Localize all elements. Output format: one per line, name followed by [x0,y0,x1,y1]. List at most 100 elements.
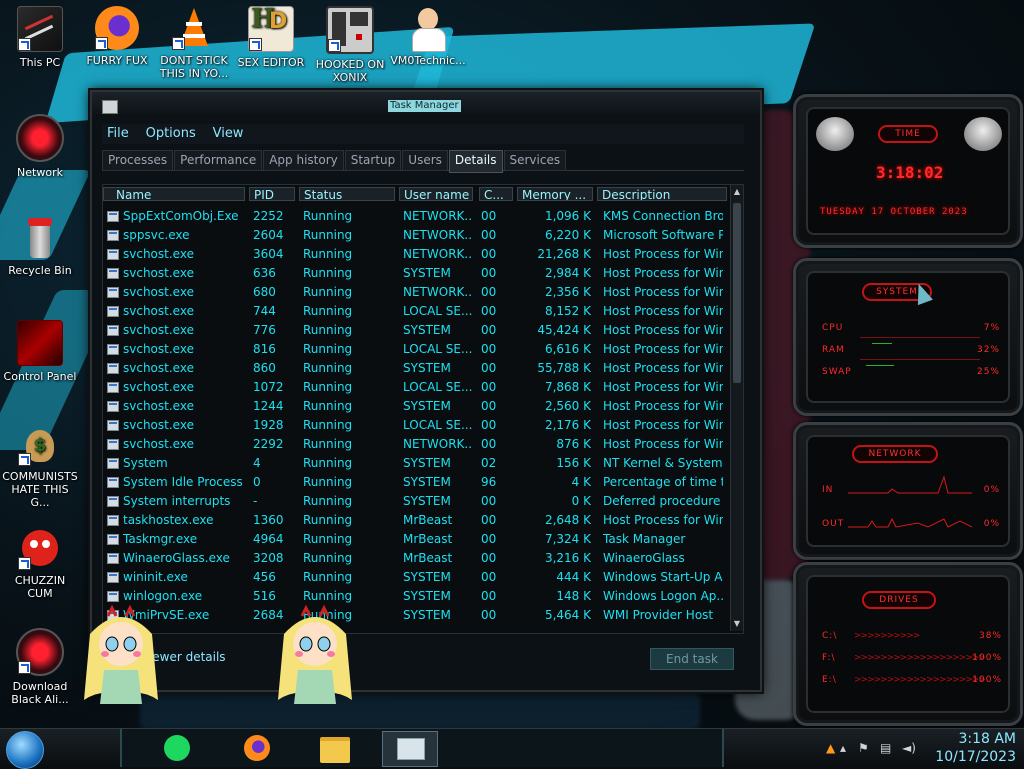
desktop-icon-sex-editor[interactable]: H D SEX EDITOR [233,6,309,69]
process-cpu: 00 [481,399,497,413]
table-header: Name PID Status User name C... Memory ..… [103,185,729,203]
action-center-flag-icon[interactable]: ⚑ [858,741,869,755]
network-gadget[interactable]: NETWORK IN 0% OUT 0% [793,422,1023,560]
desktop-icon-vm0[interactable]: VM0Technic... [390,6,466,67]
table-row[interactable]: WinaeroGlass.exe 3208 Running MrBeast 00 3,21… [103,549,729,568]
table-row[interactable]: WmiPrvSE.exe 2684 Running SYSTEM 00 5,464 K WM… [103,606,729,625]
column-header-memory[interactable]: Memory ... [517,187,593,201]
table-row[interactable]: svchost.exe 860 Running SYSTEM 00 55,788 K Hos… [103,359,729,378]
taskbar-file-explorer[interactable] [308,731,362,765]
process-status: Running [303,209,353,223]
table-row[interactable]: wininit.exe 456 Running SYSTEM 00 444 K Window… [103,568,729,587]
tab-app-history[interactable]: App history [263,150,344,171]
desktop-icon-this-pc[interactable]: This PC [2,6,78,69]
table-row[interactable]: sppsvc.exe 2604 Running NETWORK... 00 6,220 K… [103,226,729,245]
process-icon [107,534,119,545]
network-tray-icon[interactable]: ▤ [880,741,891,755]
end-task-button[interactable]: End task [650,648,734,670]
table-row[interactable]: svchost.exe 1244 Running SYSTEM 00 2,560 K Hos… [103,397,729,416]
process-user: SYSTEM [403,589,451,603]
desktop-icon-xonix[interactable]: HOOKED ON XONIX [312,6,388,84]
vertical-scrollbar[interactable]: ▲ ▼ [730,185,743,631]
column-header-description[interactable]: Description [597,187,727,201]
desktop-icon-network[interactable]: Network [2,114,78,179]
process-user: MrBeast [403,551,453,565]
scrollbar-thumb[interactable] [733,203,741,383]
table-row[interactable]: System 4 Running SYSTEM 02 156 K NT Kernel & S… [103,454,729,473]
tab-processes[interactable]: Processes [102,150,174,171]
process-cpu: 00 [481,266,497,280]
desktop-icon-communists[interactable]: $ COMMUNISTS HATE THIS G... [2,422,78,509]
tab-details[interactable]: Details [448,150,503,173]
menu-options[interactable]: Options [146,124,196,144]
process-memory: 45,424 K [537,323,591,337]
taskbar-task-manager[interactable] [382,731,438,767]
desktop-icon-chuzzin[interactable]: CHUZZIN CUM [2,526,78,600]
table-row[interactable]: svchost.exe 816 Running LOCAL SE... 00 6,616 … [103,340,729,359]
menu-view[interactable]: View [213,124,244,144]
table-row[interactable]: svchost.exe 680 Running NETWORK... 00 2,356 K… [103,283,729,302]
table-row[interactable]: Taskmgr.exe 4964 Running MrBeast 00 7,324 K Ta… [103,530,729,549]
tray-app-icon[interactable]: ▲ [826,741,835,755]
process-description: Host Process for Win... [603,266,723,280]
taskbar-clock[interactable]: 3:18 AM 10/17/2023 [935,730,1016,766]
process-icon [107,401,119,412]
column-header-name[interactable]: Name [103,187,245,201]
tab-services[interactable]: Services [503,150,567,171]
column-header-status[interactable]: Status [299,187,395,201]
time-gadget[interactable]: TIME 3:18:02 TUESDAY 17 OCTOBER 2023 [793,94,1023,248]
desktop-icon-control-panel[interactable]: Control Panel [2,320,78,383]
start-button[interactable] [6,731,44,769]
table-row[interactable]: SppExtComObj.Exe 2252 Running NETWORK... 00 1… [103,207,729,226]
column-header-pid[interactable]: PID [249,187,295,201]
volume-icon[interactable]: ◄) [902,741,916,755]
table-row[interactable]: winlogon.exe 516 Running SYSTEM 00 148 K Windo… [103,587,729,606]
table-row[interactable]: svchost.exe 636 Running SYSTEM 00 2,984 K Host… [103,264,729,283]
task-manager-window[interactable]: Task Manager File Options View Processes… [90,90,762,692]
ram-label: RAM [822,345,845,355]
process-cpu: 00 [481,589,497,603]
system-gadget[interactable]: SYSTEM CPU 7% RAM 32% SWAP 25% [793,258,1023,416]
table-row[interactable]: System interrupts - Running SYSTEM 00 0 K Defe… [103,492,729,511]
desktop-icon-label: DONT STICK THIS IN YO... [159,54,229,80]
tab-users[interactable]: Users [402,150,448,171]
table-row[interactable]: svchost.exe 776 Running SYSTEM 00 45,424 K Hos… [103,321,729,340]
desktop-icon-dont-stick[interactable]: DONT STICK THIS IN YO... [156,6,232,80]
scroll-up-arrow-icon[interactable]: ▲ [732,187,742,197]
task-manager-app-icon[interactable] [102,100,118,114]
window-title: Task Manager [388,100,461,112]
table-row[interactable]: svchost.exe 1928 Running LOCAL SE... 00 2,176… [103,416,729,435]
column-header-cpu[interactable]: C... [479,187,513,201]
menu-file[interactable]: File [107,124,129,144]
tab-performance[interactable]: Performance [174,150,263,171]
table-row[interactable]: svchost.exe 744 Running LOCAL SE... 00 8,152 … [103,302,729,321]
table-row[interactable]: svchost.exe 1072 Running LOCAL SE... 00 7,868… [103,378,729,397]
swap-label: SWAP [822,367,852,377]
table-row[interactable]: taskhostex.exe 1360 Running MrBeast 00 2,648 … [103,511,729,530]
desktop-icon-furry-fux[interactable]: FURRY FUX [79,6,155,67]
process-cpu: 00 [481,513,497,527]
table-row[interactable]: System Idle Process 0 Running SYSTEM 96 4 K Pe… [103,473,729,492]
taskbar-spotify[interactable] [150,731,204,765]
taskbar-firefox[interactable] [230,731,284,765]
drives-gadget[interactable]: DRIVES C:\ >>>>>>>>>> 38% F:\ >>>>>>>>>>… [793,562,1023,726]
cpu-label: CPU [822,323,844,333]
tab-startup[interactable]: Startup [344,150,402,171]
desktop-icon-recycle-bin[interactable]: Recycle Bin [2,216,78,277]
process-cpu: 00 [481,304,497,318]
table-row[interactable]: svchost.exe 3604 Running NETWORK... 00 21,268… [103,245,729,264]
process-icon [107,306,119,317]
process-description: Task Manager [603,532,686,546]
desktop-icon-download-black-ali[interactable]: Download Black Ali... [2,628,78,706]
desktop-icon-label: FURRY FUX [86,54,148,67]
process-pid: 3604 [253,247,284,261]
window-titlebar[interactable]: Task Manager [92,92,760,114]
process-pid: 2604 [253,228,284,242]
drive-e-value: 100% [972,675,1002,685]
column-header-user-name[interactable]: User name [399,187,473,201]
show-hidden-icons-chevron-icon[interactable]: ▴ [840,741,846,755]
table-row[interactable]: svchost.exe 2292 Running NETWORK... 00 876 K H… [103,435,729,454]
cartoon-girl-sticker [278,604,352,704]
vlc-icon [172,6,216,50]
scroll-down-arrow-icon[interactable]: ▼ [732,619,742,629]
